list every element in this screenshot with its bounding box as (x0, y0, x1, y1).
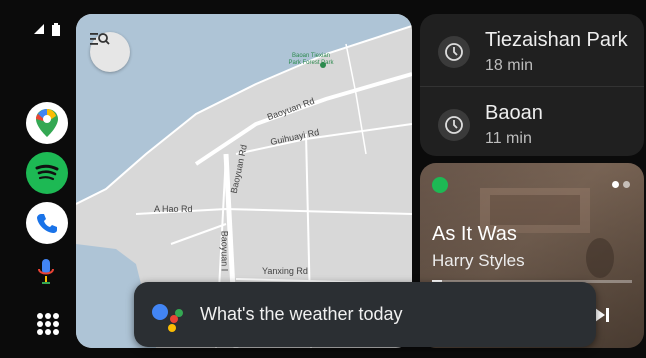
page-indicator (612, 181, 630, 188)
google-assistant-icon (152, 304, 183, 332)
status-icons (34, 23, 60, 36)
app-grid-icon[interactable] (37, 313, 59, 335)
phone-icon[interactable] (26, 202, 68, 244)
google-maps-icon[interactable] (26, 102, 68, 144)
song-title: As It Was (432, 223, 517, 245)
artist-name: Harry Styles (432, 251, 525, 270)
destination-item[interactable]: Baoan 11 min (420, 86, 644, 156)
spotify-icon (432, 177, 448, 193)
clock-icon (438, 36, 470, 68)
assistant-bar[interactable]: What's the weather today (134, 282, 596, 347)
destination-name: Tiezaishan Park (485, 29, 628, 51)
road-label: A Hao Rd (154, 204, 193, 214)
road-label: Yanxing Rd (262, 266, 308, 276)
microphone-icon[interactable] (36, 257, 56, 287)
destination-name: Baoan (485, 102, 543, 124)
assistant-query: What's the weather today (200, 304, 403, 324)
clock-icon (438, 109, 470, 141)
poi-label: Baoan Tiexian Park Forest Park (288, 53, 334, 66)
destinations-card: Tiezaishan Park 18 min Baoan 11 min (420, 14, 644, 156)
search-icon (90, 33, 110, 45)
road-label: Baoyuan I (219, 230, 230, 272)
destination-time: 18 min (485, 57, 534, 74)
map-search-button[interactable] (90, 32, 130, 72)
destination-time: 11 min (485, 130, 532, 147)
destination-item[interactable]: Tiezaishan Park 18 min (420, 14, 644, 84)
app-rail (0, 0, 76, 358)
spotify-icon[interactable] (26, 152, 68, 194)
